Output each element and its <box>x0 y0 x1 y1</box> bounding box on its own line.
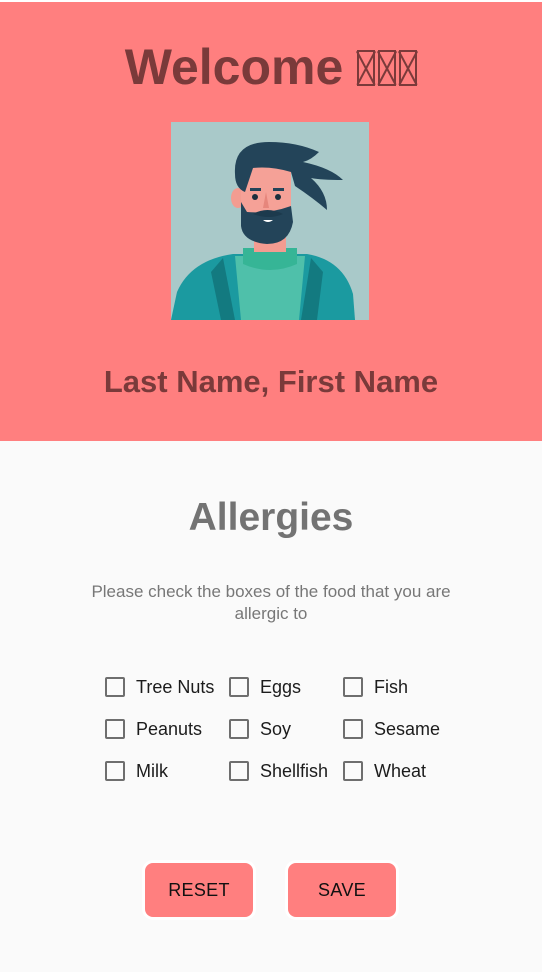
allergy-option-wheat[interactable]: Wheat <box>343 756 426 786</box>
welcome-heading: Welcome <box>0 38 542 96</box>
allergy-label: Wheat <box>374 760 427 781</box>
profile-header: Welcome Last Name, First Name <box>0 2 542 441</box>
user-name: Last Name, First Name <box>103 364 439 399</box>
checkbox-unchecked-icon[interactable] <box>229 761 249 781</box>
allergy-label: Soy <box>260 718 292 739</box>
allergies-title: Allergies <box>188 496 354 539</box>
missing-glyphs <box>357 38 418 96</box>
reset-button[interactable]: RESET <box>145 863 253 917</box>
allergy-label: Milk <box>136 760 168 781</box>
welcome-text: Welcome <box>124 39 344 95</box>
missing-glyph-icon <box>378 50 397 86</box>
allergy-option-peanuts[interactable]: Peanuts <box>105 714 202 744</box>
checkbox-unchecked-icon[interactable] <box>343 719 363 739</box>
checkbox-unchecked-icon[interactable] <box>105 677 125 697</box>
allergy-option-eggs[interactable]: Eggs <box>229 672 301 702</box>
checkbox-unchecked-icon[interactable] <box>229 677 249 697</box>
allergy-option-sesame[interactable]: Sesame <box>343 714 440 744</box>
checkbox-unchecked-icon[interactable] <box>105 719 125 739</box>
allergy-option-soy[interactable]: Soy <box>229 714 291 744</box>
save-button[interactable]: SAVE <box>288 863 396 917</box>
allergy-label: Peanuts <box>136 718 203 739</box>
allergy-option-milk[interactable]: Milk <box>105 756 168 786</box>
allergy-label: Sesame <box>374 718 441 739</box>
checkbox-unchecked-icon[interactable] <box>343 761 363 781</box>
checkbox-unchecked-icon[interactable] <box>343 677 363 697</box>
checkbox-unchecked-icon[interactable] <box>229 719 249 739</box>
allergy-option-shellfish[interactable]: Shellfish <box>229 756 328 786</box>
allergy-option-fish[interactable]: Fish <box>343 672 408 702</box>
missing-glyph-icon <box>357 50 376 86</box>
allergy-label: Eggs <box>260 676 302 697</box>
allergy-label: Tree Nuts <box>136 676 215 697</box>
bearded-man-avatar-icon <box>171 122 369 320</box>
missing-glyph-icon <box>399 50 418 86</box>
checkbox-unchecked-icon[interactable] <box>105 761 125 781</box>
allergy-label: Fish <box>374 676 409 697</box>
allergy-option-tree-nuts[interactable]: Tree Nuts <box>105 672 214 702</box>
allergies-instructions: Please check the boxes of the food that … <box>91 582 451 623</box>
allergy-label: Shellfish <box>260 760 329 781</box>
